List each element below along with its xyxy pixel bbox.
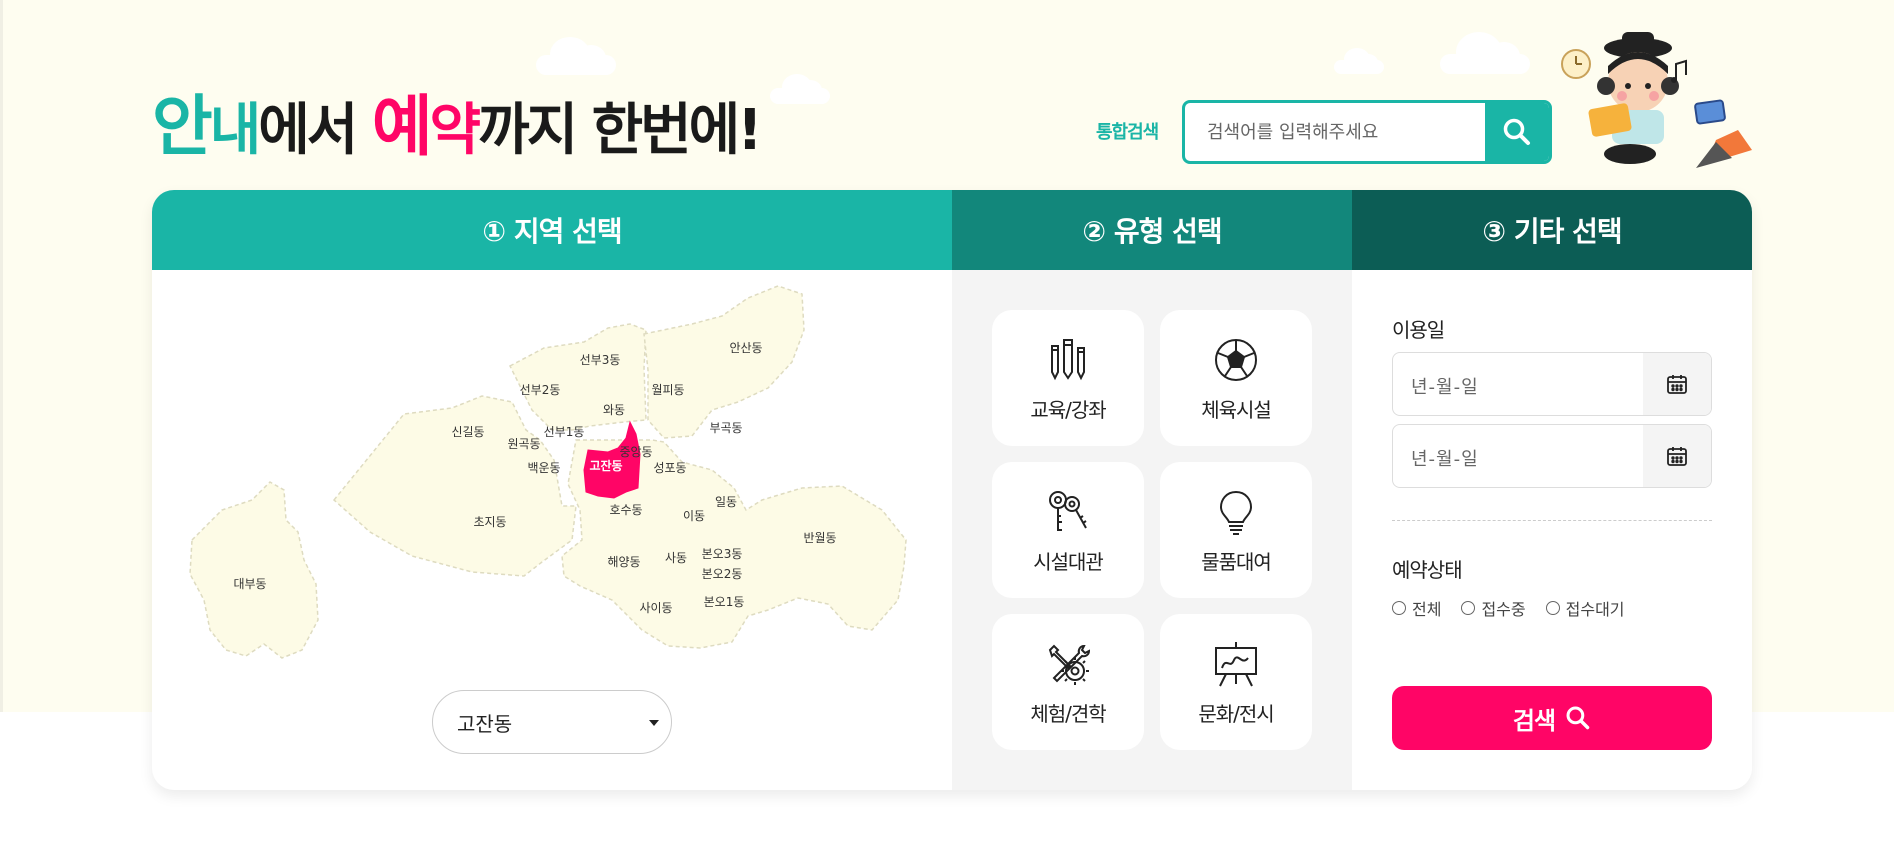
page-headline: 안내에서 예약까지 한번에! xyxy=(152,92,763,166)
map-label: 본오2동 xyxy=(702,567,743,581)
map-label: 초지동 xyxy=(473,515,506,529)
tab-type[interactable]: ② 유형 선택 xyxy=(952,190,1352,270)
map-label: 선부2동 xyxy=(520,383,561,397)
status-radio-open[interactable]: 접수중 xyxy=(1461,596,1526,620)
status-radio-all[interactable]: 전체 xyxy=(1392,596,1441,620)
search-button[interactable] xyxy=(1485,103,1549,161)
keys-icon xyxy=(1049,491,1087,531)
cloud-decoration xyxy=(770,74,830,104)
search-label: 통합검색 xyxy=(1096,122,1159,143)
region-dropdown[interactable]: 고잔동 xyxy=(432,690,672,754)
map-label: 본오1동 xyxy=(704,595,745,609)
divider xyxy=(1392,520,1712,521)
soccer-ball-icon xyxy=(1215,339,1257,381)
calendar-icon xyxy=(1667,375,1687,394)
radio-label: 접수대기 xyxy=(1565,600,1625,619)
date-start-field[interactable]: 년-월-일 xyxy=(1392,352,1712,416)
headline-word: 약 xyxy=(429,98,482,163)
map-label: 사이동 xyxy=(639,601,672,615)
etc-selection-area: 이용일 년-월-일 년-월-일 예약상태 전체 접수중 접수대기 검색 xyxy=(1352,270,1752,790)
cloud-decoration xyxy=(536,37,616,75)
radio-label: 접수중 xyxy=(1481,600,1526,619)
date-start-placeholder: 년-월-일 xyxy=(1411,377,1479,398)
map-label: 호수동 xyxy=(609,503,642,517)
type-button-label: 체험/견학 xyxy=(1030,702,1106,726)
type-selection-area: 교육/강좌 체육시설 시설대관 물품대여 체험/견학 문화/전시 xyxy=(952,270,1352,790)
type-button-label: 시설대관 xyxy=(1033,550,1104,574)
type-button-label: 문화/전시 xyxy=(1198,702,1274,726)
map-region-daebu[interactable] xyxy=(189,481,319,659)
map-label: 사동 xyxy=(665,551,687,565)
tab-region[interactable]: ① 지역 선택 xyxy=(152,190,952,270)
map-label: 성포동 xyxy=(653,461,686,475)
type-button-label: 체육시설 xyxy=(1201,398,1272,422)
type-button-label: 교육/강좌 xyxy=(1030,398,1106,422)
status-radio-group: 전체 접수중 접수대기 xyxy=(1392,596,1625,620)
map-label: 안산동 xyxy=(729,341,762,355)
headline-word: 까지 한번에! xyxy=(478,98,763,163)
search-box xyxy=(1182,100,1552,164)
map-label: 대부동 xyxy=(233,577,266,591)
calendar-icon xyxy=(1667,447,1687,466)
radio-circle[interactable] xyxy=(1545,601,1560,615)
easel-icon xyxy=(1215,642,1257,687)
reservation-panel: ① 지역 선택 ② 유형 선택 ③ 기타 선택 선부3동 안산동 선부2동 월피… xyxy=(152,190,1752,790)
map-label: 반월동 xyxy=(803,531,836,545)
radio-circle[interactable] xyxy=(1461,601,1476,615)
lightbulb-icon xyxy=(1219,490,1253,535)
radio-label: 전체 xyxy=(1412,600,1442,619)
search-icon xyxy=(1566,706,1590,730)
status-label: 예약상태 xyxy=(1392,558,1463,582)
type-button-item-rental[interactable]: 물품대여 xyxy=(1160,462,1312,598)
cloud-decoration xyxy=(1440,32,1530,74)
map-label: 본오3동 xyxy=(702,547,743,561)
type-button-sports[interactable]: 체육시설 xyxy=(1160,310,1312,446)
map-region-west[interactable] xyxy=(332,395,577,577)
map-label: 중앙동 xyxy=(619,445,652,459)
search-input[interactable] xyxy=(1185,103,1485,161)
type-button-culture[interactable]: 문화/전시 xyxy=(1160,614,1312,750)
map-label: 월피동 xyxy=(651,383,684,397)
tools-icon xyxy=(1048,644,1091,685)
submit-search-label: 검색 xyxy=(1512,706,1556,735)
map-label: 이동 xyxy=(683,509,705,523)
date-end-field[interactable]: 년-월-일 xyxy=(1392,424,1712,488)
headline-word: 에서 xyxy=(258,98,372,163)
date-label: 이용일 xyxy=(1392,318,1445,342)
map-label: 와동 xyxy=(603,403,625,417)
headline-word: 내 xyxy=(209,98,262,163)
type-button-label: 물품대여 xyxy=(1201,550,1272,574)
map-region-northeast[interactable] xyxy=(643,285,805,439)
map-label: 신길동 xyxy=(451,425,484,439)
region-dropdown-value: 고잔동 xyxy=(457,711,513,736)
pencils-icon xyxy=(1051,339,1085,381)
map-region-north[interactable] xyxy=(509,323,647,431)
date-end-placeholder: 년-월-일 xyxy=(1411,449,1479,470)
cloud-decoration xyxy=(1334,48,1384,74)
map-label: 선부3동 xyxy=(580,353,621,367)
tab-etc[interactable]: ③ 기타 선택 xyxy=(1352,190,1752,270)
mascot-illustration xyxy=(1561,32,1752,168)
status-radio-waiting[interactable]: 접수대기 xyxy=(1545,596,1625,620)
submit-search-button[interactable]: 검색 xyxy=(1392,686,1712,750)
region-map: 선부3동 안산동 선부2동 월피동 와동 신길동 선부1동 부곡동 원곡동 중앙… xyxy=(189,285,907,659)
map-label: 해양동 xyxy=(607,555,640,569)
map-label: 부곡동 xyxy=(709,421,742,435)
search-icon xyxy=(1503,118,1530,145)
map-label: 백운동 xyxy=(527,461,560,475)
map-label: 원곡동 xyxy=(507,437,540,451)
date-end-calendar-button[interactable] xyxy=(1643,425,1711,487)
map-label-selected: 고잔동 xyxy=(589,458,622,473)
date-start-calendar-button[interactable] xyxy=(1643,353,1711,415)
headline-word: 안 xyxy=(152,88,213,165)
region-map-area: 선부3동 안산동 선부2동 월피동 와동 신길동 선부1동 부곡동 원곡동 중앙… xyxy=(152,270,952,790)
map-label: 선부1동 xyxy=(544,425,585,439)
map-label: 일동 xyxy=(715,495,737,509)
type-button-facility-rental[interactable]: 시설대관 xyxy=(992,462,1144,598)
headline-word: 예 xyxy=(371,88,433,165)
type-button-experience[interactable]: 체험/견학 xyxy=(992,614,1144,750)
type-button-education[interactable]: 교육/강좌 xyxy=(992,310,1144,446)
radio-circle[interactable] xyxy=(1392,601,1406,615)
caret-down-icon xyxy=(649,720,659,726)
